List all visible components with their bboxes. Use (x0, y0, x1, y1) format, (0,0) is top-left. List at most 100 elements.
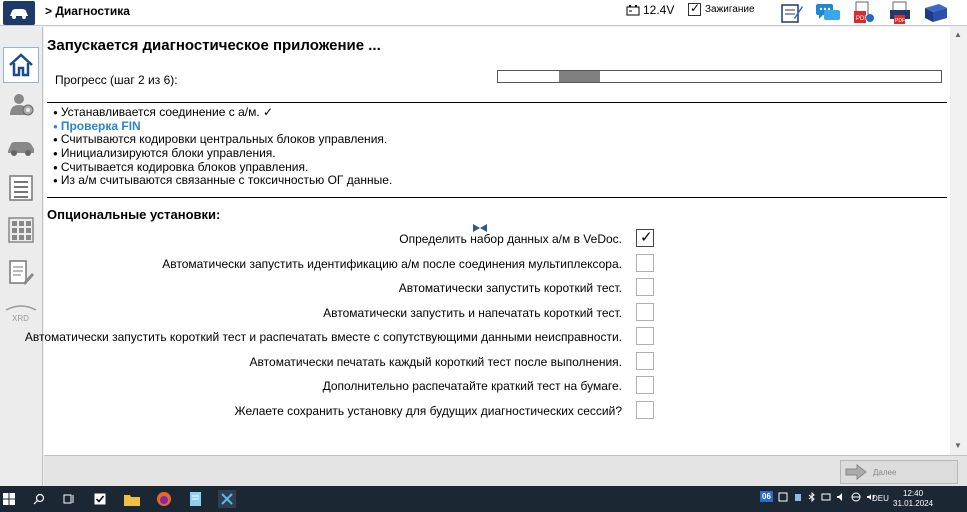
option-label: Дополнительно распечатайте краткий тест … (322, 379, 622, 393)
ignition-status: Зажигание (688, 1, 755, 16)
network-share-icon[interactable] (778, 492, 788, 502)
ignition-checkbox (688, 1, 701, 16)
xrd-label: XRD (12, 314, 29, 323)
xentry-app-icon[interactable] (218, 490, 236, 508)
pdf-printer-icon[interactable]: PDF (886, 0, 914, 26)
scroll-down-icon[interactable]: ▼ (954, 441, 962, 450)
firefox-icon[interactable] (155, 490, 173, 508)
ignition-label: Зажигание (705, 4, 755, 15)
options-title: Опциональные установки: (47, 207, 221, 222)
volume-icon[interactable] (836, 492, 846, 502)
pdf-document-icon[interactable]: PDF (850, 0, 878, 26)
toolbar: PDF PDF (778, 0, 950, 26)
option-label: Желаете сохранить установку для будущих … (234, 403, 622, 418)
bluetooth-icon[interactable] (808, 491, 816, 502)
arrow-right-icon (845, 464, 867, 480)
sidebar-item-list[interactable] (3, 170, 39, 206)
battery-status: 12.4V (626, 3, 674, 17)
vehicle-icon (8, 142, 34, 156)
divider (47, 197, 947, 198)
taskbar: 06 DEU 12:40 31.01.2024 (0, 486, 967, 512)
globe-icon[interactable] (851, 492, 861, 502)
divider (47, 102, 947, 103)
option-row: Автоматически печатать каждый короткий т… (44, 351, 950, 372)
option-checkbox[interactable] (636, 351, 654, 370)
clock[interactable]: 12:40 31.01.2024 (893, 489, 933, 509)
option-row: Автоматически запустить короткий тест. (44, 278, 950, 298)
task-view-icon[interactable] (60, 490, 78, 508)
option-label: Определить набор данных а/м в VeDoc. (399, 232, 622, 246)
page-title: Запускается диагностическое приложение .… (47, 37, 381, 54)
option-checkbox[interactable] (636, 253, 654, 272)
option-row: Определить набор данных а/м в VeDoc. (44, 228, 950, 249)
display-icon[interactable] (821, 492, 831, 502)
home-icon (9, 53, 33, 77)
sidebar: XRD (0, 27, 43, 486)
progress-fill (559, 71, 600, 82)
language-indicator[interactable]: DEU (872, 494, 889, 503)
option-checkbox[interactable] (636, 228, 654, 247)
sidebar-item-user-settings[interactable] (3, 87, 39, 123)
list-icon (9, 175, 33, 201)
manual-book-icon[interactable] (922, 0, 950, 26)
vehicle-logo-icon[interactable] (3, 1, 35, 25)
battery-icon (626, 4, 640, 15)
option-checkbox[interactable] (636, 278, 654, 296)
option-row: Автоматически запустить идентификацию а/… (44, 253, 950, 274)
option-row: Автоматически запустить и напечатать кор… (44, 302, 950, 323)
list-item: Считывается кодировка блоков управления. (53, 160, 392, 175)
notepad-app-icon[interactable] (187, 490, 205, 508)
windows-start-icon[interactable] (0, 490, 18, 508)
footer-bar: Далее (44, 455, 967, 486)
option-checkbox[interactable] (636, 302, 654, 321)
file-explorer-icon[interactable] (123, 490, 141, 508)
option-row: Желаете сохранить установку для будущих … (44, 400, 950, 421)
option-label: Автоматически запустить идентификацию а/… (162, 256, 622, 271)
documents-tools-icon (9, 260, 34, 285)
clock-date: 31.01.2024 (893, 499, 934, 508)
sidebar-item-xrd[interactable]: XRD (3, 295, 39, 331)
next-button[interactable]: Далее (840, 460, 958, 484)
list-item: Устанавливается соединение с а/м. ✓ (53, 105, 392, 120)
header-bar: > Диагностика 12.4V Зажигание PDF PDF (0, 0, 967, 26)
sidebar-item-home[interactable] (3, 47, 39, 83)
list-item: Из а/м считываются связанные с токсичнос… (53, 174, 392, 188)
list-item: Считываются кодировки центральных блоков… (53, 133, 392, 147)
sidebar-item-control-units[interactable] (3, 212, 39, 248)
vertical-scrollbar[interactable]: ▲ ▼ (950, 27, 967, 455)
sidebar-item-documents-tools[interactable] (3, 255, 39, 291)
tray-badge[interactable]: 06 (760, 491, 773, 502)
user-settings-icon (10, 94, 34, 116)
list-item: Инициализируются блоки управления. (53, 146, 392, 161)
system-tray: 06 (760, 491, 876, 502)
app-window: > Диагностика 12.4V Зажигание PDF PDF (0, 0, 967, 486)
option-row: Автоматически запустить короткий тест и … (25, 327, 950, 347)
option-label: Автоматически запустить и напечатать кор… (323, 305, 622, 320)
checkbox-app-icon[interactable] (91, 490, 109, 508)
option-checkbox[interactable] (636, 400, 654, 419)
search-icon[interactable] (30, 490, 48, 508)
clock-time: 12:40 (903, 489, 924, 498)
option-label: Автоматически печатать каждый короткий т… (249, 354, 622, 369)
notepad-icon[interactable] (778, 0, 806, 26)
option-checkbox[interactable] (636, 327, 654, 345)
next-button-label: Далее (873, 467, 897, 477)
list-item-current: Проверка FIN (53, 119, 392, 134)
option-label: Автоматически запустить короткий тест. (398, 281, 622, 295)
xrd-icon: XRD (5, 305, 37, 323)
usb-device-icon[interactable] (793, 492, 803, 502)
breadcrumb: > Диагностика (45, 4, 130, 18)
chat-icon[interactable] (814, 0, 842, 26)
option-label: Автоматически запустить короткий тест и … (24, 330, 622, 344)
main-content: Запускается диагностическое приложение .… (25, 27, 950, 455)
control-units-icon (8, 217, 34, 243)
sidebar-item-vehicle[interactable] (3, 129, 39, 165)
option-row: Дополнительно распечатайте краткий тест … (44, 376, 950, 396)
progress-bar (497, 70, 942, 83)
steps-list: Устанавливается соединение с а/м. ✓ Пров… (53, 105, 392, 188)
scroll-up-icon[interactable]: ▲ (954, 30, 962, 39)
option-checkbox[interactable] (636, 376, 654, 394)
progress-label: Прогресс (шаг 2 из 6): (55, 73, 178, 87)
battery-voltage: 12.4V (643, 3, 675, 17)
svg-text:PDF: PDF (895, 18, 905, 24)
